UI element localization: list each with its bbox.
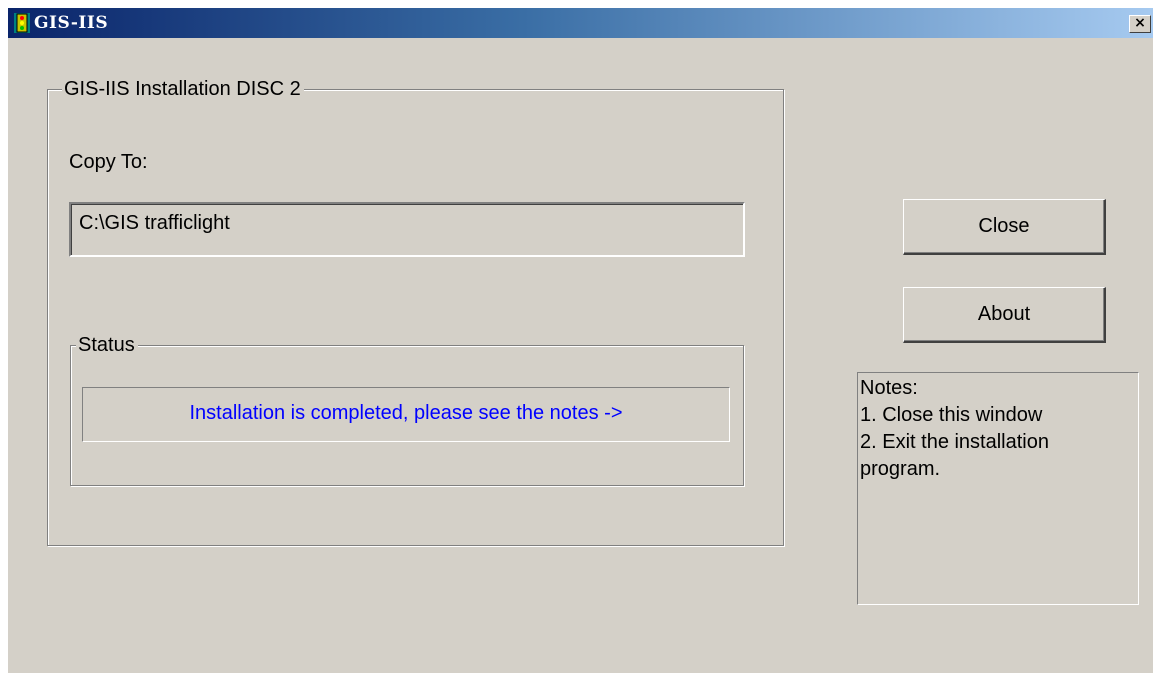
- note-line-1: 1. Close this window: [860, 404, 1043, 426]
- title-bar[interactable]: GIS-IIS ×: [8, 8, 1153, 38]
- traffic-light-icon: [14, 13, 30, 33]
- status-message: Installation is completed, please see th…: [189, 402, 623, 424]
- copy-to-path-field: C:\GIS trafficlight: [69, 202, 745, 257]
- status-group-legend: Status: [76, 334, 138, 356]
- copy-to-label: Copy To:: [69, 151, 148, 173]
- note-line-3: program.: [860, 458, 941, 480]
- about-button[interactable]: About: [903, 287, 1106, 343]
- copy-to-path-value: C:\GIS trafficlight: [79, 212, 230, 234]
- close-button[interactable]: Close: [903, 199, 1106, 255]
- status-panel: Installation is completed, please see th…: [82, 387, 730, 442]
- window-title: GIS-IIS: [34, 13, 109, 33]
- note-line-2: 2. Exit the installation: [860, 431, 1049, 453]
- installation-group-legend: GIS-IIS Installation DISC 2: [62, 78, 304, 100]
- installer-window: GIS-IIS × GIS-IIS Installation DISC 2 Co…: [8, 8, 1153, 673]
- notes-heading: Notes:: [860, 377, 918, 399]
- notes-box: Notes: 1. Close this window 2. Exit the …: [857, 372, 1139, 605]
- close-icon[interactable]: ×: [1129, 15, 1151, 33]
